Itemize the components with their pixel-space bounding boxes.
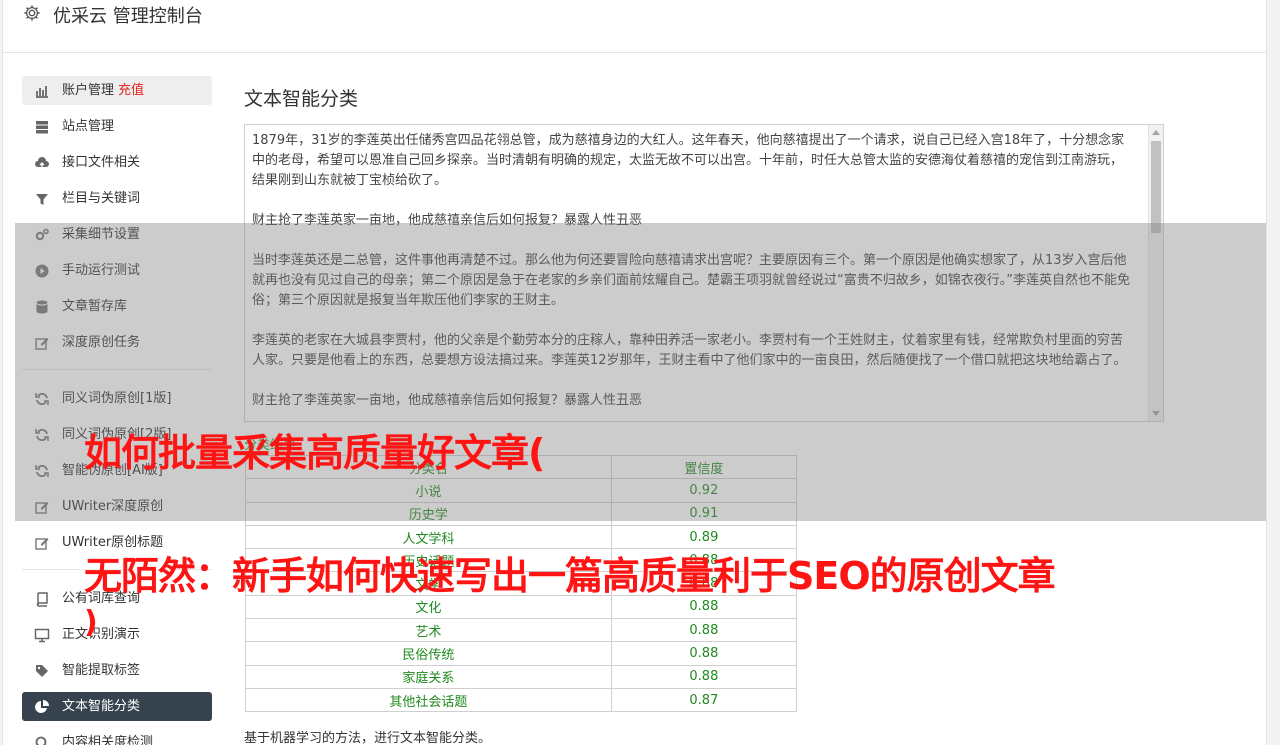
filter-icon — [36, 194, 48, 205]
confidence-cell: 0.87 — [610, 687, 798, 713]
cloud-upload-icon — [35, 157, 49, 168]
table-row: 艺术 0.88 — [245, 618, 798, 643]
main-content: 文本智能分类 1879年，31岁的李莲英出任储秀宫四品花翎总管，成为慈禧身边的大… — [244, 84, 1174, 745]
sidebar-item-label: 正文识别演示 — [62, 627, 141, 642]
gear-icon[interactable] — [23, 4, 41, 22]
search-icon — [35, 736, 47, 745]
sidebar-item-label: 栏目与关键词 — [62, 191, 141, 206]
tag-icon — [36, 665, 48, 677]
sidebar-item-2[interactable]: 正文识别演示 — [22, 620, 212, 649]
sidebar-item-label: 站点管理 — [62, 119, 115, 134]
footnote: 基于机器学习的方法，进行文本智能分类。 — [244, 731, 492, 745]
category-cell: 艺术 — [245, 618, 612, 643]
sidebar-item-3[interactable]: 接口文件相关 — [22, 148, 212, 177]
table-row: 其他社会话题 0.87 — [245, 687, 798, 713]
edit-icon — [35, 538, 49, 550]
overlay-title-line1: 如何批量采集高质量好文章( — [84, 431, 545, 475]
app-title: 优采云 管理控制台 — [53, 6, 203, 27]
top-bar: 优采云 管理控制台 — [3, 0, 1266, 53]
sidebar-item-4[interactable]: 文本智能分类 — [22, 692, 212, 721]
category-cell: 其他社会话题 — [245, 687, 612, 713]
bar-chart-icon — [36, 86, 48, 98]
confidence-cell: 0.88 — [610, 618, 798, 643]
scroll-thumb[interactable] — [1151, 141, 1161, 233]
sidebar-item-5[interactable]: 内容相关度检测 — [22, 728, 212, 745]
scroll-up-icon[interactable] — [1152, 130, 1160, 135]
category-cell: 家庭关系 — [245, 664, 612, 689]
sidebar-item-2[interactable]: 站点管理 — [22, 112, 212, 141]
sidebar-item-1[interactable]: 账户管理 充值 — [22, 76, 212, 105]
pie-chart-icon — [35, 700, 49, 713]
book-icon — [36, 592, 48, 607]
recharge-link[interactable]: 充值 — [118, 83, 144, 98]
sidebar-item-label: 账户管理 — [62, 83, 115, 98]
confidence-cell: 0.88 — [610, 641, 798, 666]
article-paragraph: 1879年，31岁的李莲英出任储秀宫四品花翎总管，成为慈禧身边的大红人。这年春天… — [252, 133, 1125, 188]
sidebar-item-label: 智能提取标签 — [62, 663, 141, 678]
monitor-icon — [34, 628, 50, 643]
table-row: 家庭关系 0.88 — [245, 664, 798, 689]
overlay-title-line3: ) — [84, 605, 98, 640]
confidence-cell: 0.88 — [610, 664, 798, 689]
category-cell: 民俗传统 — [245, 641, 612, 666]
sidebar-item-label: 文本智能分类 — [62, 699, 141, 714]
table-row: 民俗传统 0.88 — [245, 641, 798, 666]
sidebar-item-3[interactable]: 智能提取标签 — [22, 656, 212, 685]
overlay-title-line2: 无陌然：新手如何快速写出一篇高质量利于SEO的原创文章 — [84, 554, 1056, 598]
server-icon — [36, 121, 48, 134]
page-title: 文本智能分类 — [244, 88, 359, 110]
sidebar-item-label: 内容相关度检测 — [62, 735, 154, 745]
sidebar-item-4[interactable]: 栏目与关键词 — [22, 184, 212, 213]
sidebar-item-label: 接口文件相关 — [62, 155, 141, 170]
